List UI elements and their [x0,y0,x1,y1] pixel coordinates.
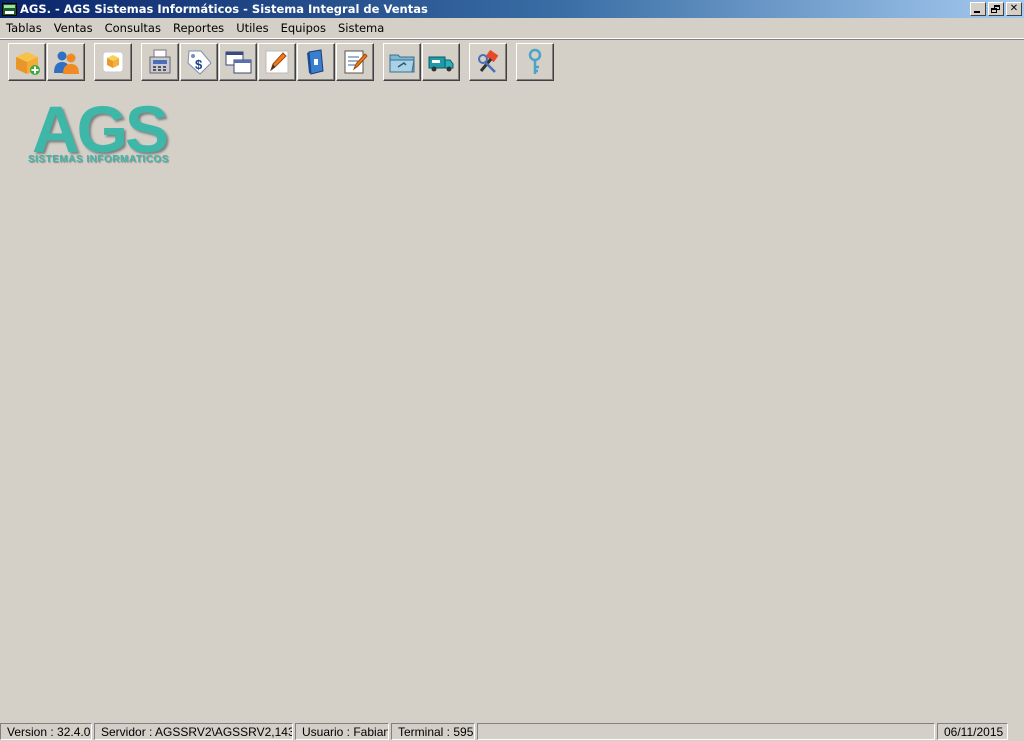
menu-equipos[interactable]: Equipos [275,19,332,37]
tools-icon [478,49,499,73]
toolbar: $ [0,39,1024,82]
mdi-workspace[interactable]: AGS SISTEMAS INFORMATICOS [0,82,1024,720]
status-message [477,722,935,740]
toolbar-button-delivery[interactable] [422,43,460,81]
toolbar-button-tools[interactable] [469,43,507,81]
toolbar-button-folder[interactable] [383,43,421,81]
svg-text:$: $ [195,57,203,72]
menu-utiles[interactable]: Utiles [230,19,274,37]
cash-register-icon [149,49,171,74]
menu-sistema[interactable]: Sistema [332,19,390,37]
toolbar-button-register[interactable] [141,43,179,81]
menu-reportes[interactable]: Reportes [167,19,230,37]
app-icon[interactable] [2,2,17,16]
status-date: 06/11/2015 [937,722,1008,740]
toolbar-button-windows[interactable] [219,43,257,81]
price-tag-icon: $ [187,50,212,75]
status-server: Servidor : AGSSRV2\AGSSRV2,1433 [94,722,293,740]
minimize-button[interactable] [970,2,986,16]
restore-button[interactable] [988,2,1004,16]
pencil-icon [265,50,289,74]
package-icon [102,51,124,73]
truck-icon [428,56,454,72]
toolbar-button-book[interactable] [297,43,335,81]
book-icon [307,49,324,75]
folder-icon [389,54,415,73]
toolbar-button-products[interactable] [94,43,132,81]
ags-logo: AGS SISTEMAS INFORMATICOS [28,92,178,175]
logo-subtitle: SISTEMAS INFORMATICOS [28,154,169,165]
box-add-icon [16,52,40,75]
logo-text: AGS [32,92,169,166]
toolbar-button-document[interactable] [336,43,374,81]
toolbar-button-edit[interactable] [258,43,296,81]
windows-icon [225,51,252,74]
title-bar[interactable]: AGS. - AGS Sistemas Informáticos - Siste… [0,0,1024,18]
status-bar: Version : 32.4.0 Servidor : AGSSRV2\AGSS… [0,721,1024,741]
users-icon [54,51,79,74]
window-title: AGS. - AGS Sistemas Informáticos - Siste… [20,2,428,16]
menu-tablas[interactable]: Tablas [0,19,48,37]
edit-document-icon [344,50,368,74]
toolbar-button-add-product[interactable] [8,43,46,81]
close-button[interactable]: ✕ [1006,2,1022,16]
menu-bar: Tablas Ventas Consultas Reportes Utiles … [0,18,1024,39]
key-icon [528,48,542,74]
status-terminal: Terminal : 595 [391,722,475,740]
toolbar-button-prices[interactable]: $ [180,43,218,81]
toolbar-button-security[interactable] [516,43,554,81]
toolbar-button-clients[interactable] [47,43,85,81]
menu-consultas[interactable]: Consultas [99,19,167,37]
window-controls: ✕ [968,2,1022,16]
status-version: Version : 32.4.0 [0,722,92,740]
status-user: Usuario : Fabian [295,722,389,740]
menu-ventas[interactable]: Ventas [48,19,99,37]
